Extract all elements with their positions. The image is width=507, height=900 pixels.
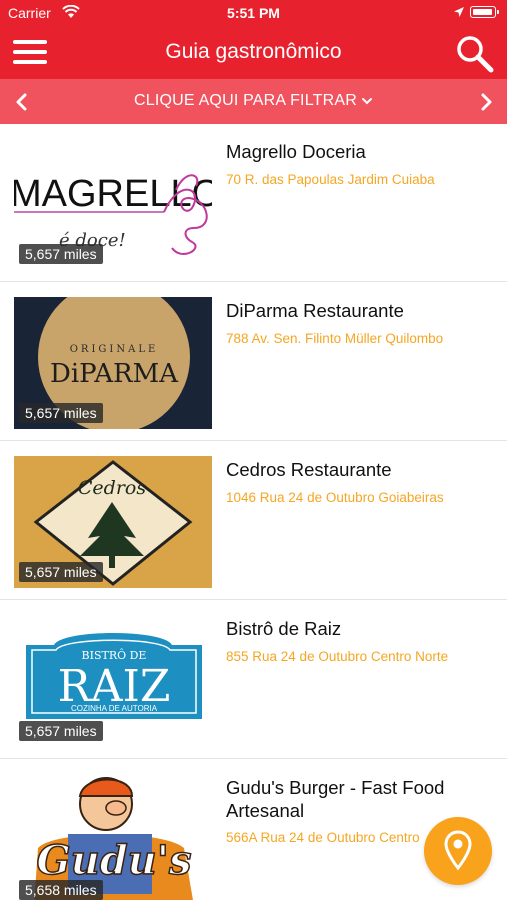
logo-lettering: Cedros: [78, 477, 146, 499]
restaurant-name: Gudu's Burger - Fast Food Artesanal: [226, 777, 445, 821]
restaurant-logo: Cedros 5,657 miles: [14, 456, 212, 588]
filter-label: CLIQUE AQUI PARA FILTRAR: [134, 92, 357, 109]
logo-lettering: BISTRÔ DE: [82, 648, 147, 662]
restaurant-address: 855 Rua 24 de Outubro Centro Norte: [226, 649, 449, 664]
distance-badge: 5,657 miles: [19, 721, 103, 741]
restaurant-name: Magrello Doceria: [226, 141, 366, 162]
map-pin-icon: [444, 830, 472, 871]
location-arrow-icon: [454, 7, 464, 17]
restaurant-list: MAGRELLO é doce! 5,657 miles Magrello Do…: [0, 124, 507, 900]
list-item[interactable]: BISTRÔ DE RAIZ COZINHA DE AUTORIA 5,657 …: [0, 601, 507, 759]
restaurant-logo: ORIGINALE DiPARMA 5,657 miles: [14, 297, 212, 429]
battery-icon: [470, 6, 496, 18]
restaurant-name: DiParma Restaurante: [226, 300, 404, 321]
restaurant-address: 566A Rua 24 de Outubro Centro: [226, 830, 420, 845]
restaurant-logo: BISTRÔ DE RAIZ COZINHA DE AUTORIA 5,657 …: [14, 615, 212, 747]
logo-lettering: Gudu's: [36, 837, 191, 884]
filter-bar: CLIQUE AQUI PARA FILTRAR: [0, 79, 507, 124]
restaurant-name: Cedros Restaurante: [226, 459, 392, 480]
distance-badge: 5,657 miles: [19, 244, 103, 264]
list-item[interactable]: Cedros 5,657 miles Cedros Restaurante 10…: [0, 442, 507, 600]
distance-badge: 5,657 miles: [19, 403, 103, 423]
restaurant-address: 788 Av. Sen. Filinto Müller Quilombo: [226, 331, 444, 346]
restaurant-address: 70 R. das Papoulas Jardim Cuiaba: [226, 172, 435, 187]
logo-lettering: ORIGINALE: [70, 344, 159, 355]
status-bar: Carrier 5:51 PM: [0, 0, 507, 28]
chevron-right-icon[interactable]: [476, 91, 496, 113]
search-icon[interactable]: [455, 34, 495, 74]
list-item[interactable]: ORIGINALE DiPARMA 5,657 miles DiParma Re…: [0, 283, 507, 441]
distance-badge: 5,657 miles: [19, 562, 103, 582]
list-item[interactable]: MAGRELLO é doce! 5,657 miles Magrello Do…: [0, 124, 507, 282]
battery-tip: [497, 10, 499, 14]
map-button[interactable]: [424, 817, 492, 885]
restaurant-address: 1046 Rua 24 de Outubro Goiabeiras: [226, 490, 444, 505]
logo-lettering: DiPARMA: [50, 359, 179, 389]
filter-button[interactable]: CLIQUE AQUI PARA FILTRAR: [0, 92, 507, 110]
chevron-down-icon: [361, 97, 372, 105]
restaurant-name: Bistrô de Raiz: [226, 618, 342, 639]
distance-badge: 5,658 miles: [19, 880, 103, 900]
app-header: Carrier 5:51 PM Guia gastronômico: [0, 0, 507, 79]
logo-lettering: COZINHA DE AUTORIA: [71, 704, 158, 713]
page-title: Guia gastronômico: [165, 40, 342, 63]
status-time: 5:51 PM: [227, 5, 280, 21]
restaurant-logo: Gudu's 5,658 miles: [14, 774, 212, 900]
restaurant-logo: MAGRELLO é doce! 5,657 miles: [14, 138, 212, 270]
